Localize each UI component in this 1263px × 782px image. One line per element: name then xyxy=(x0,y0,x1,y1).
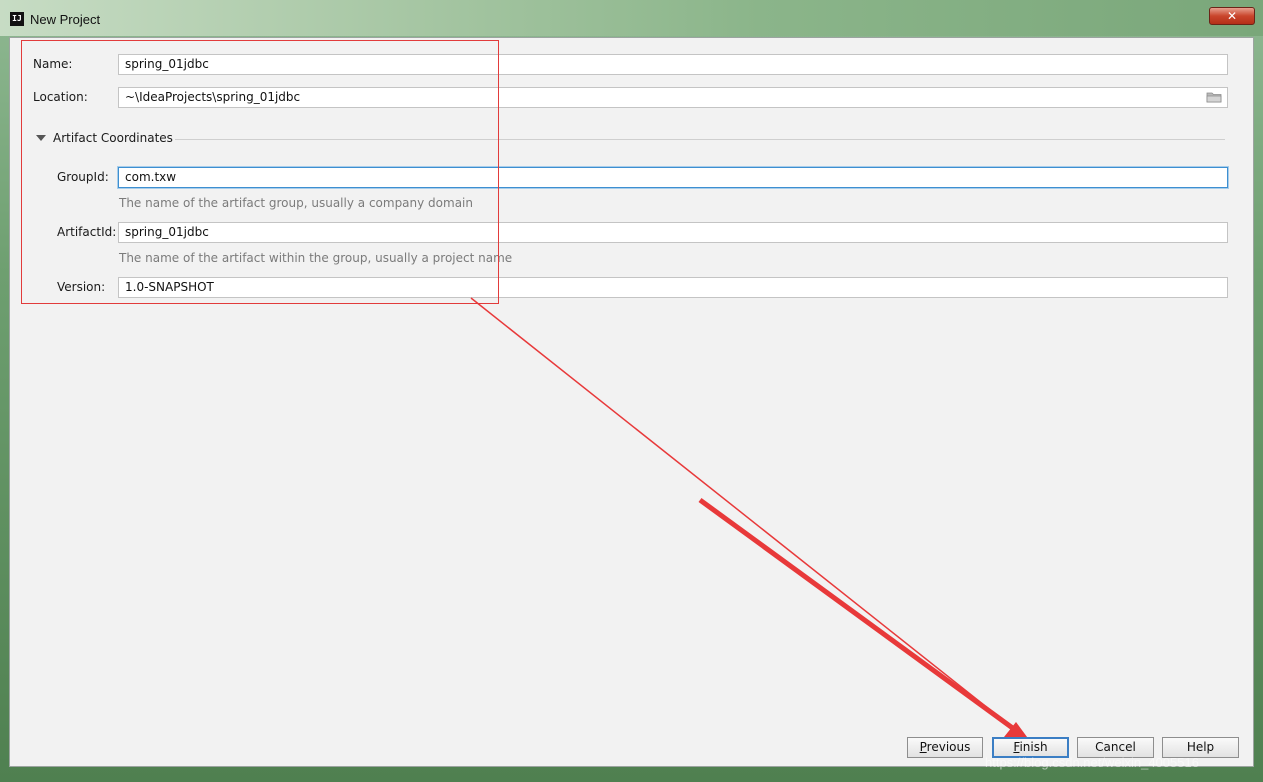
watermark-text: https://blog.csdn.net/weixin_4005516 xyxy=(985,755,1199,770)
annotation-highlight-box xyxy=(21,40,499,304)
previous-button[interactable]: Previous xyxy=(907,737,983,758)
new-project-window: IJ New Project ✕ Name: spring_01jdbc Loc… xyxy=(0,0,1263,782)
title-bar[interactable]: IJ New Project ✕ xyxy=(0,0,1263,36)
window-title: New Project xyxy=(30,12,101,27)
intellij-icon: IJ xyxy=(10,12,24,26)
close-button[interactable]: ✕ xyxy=(1209,7,1255,25)
folder-icon[interactable] xyxy=(1206,91,1222,103)
